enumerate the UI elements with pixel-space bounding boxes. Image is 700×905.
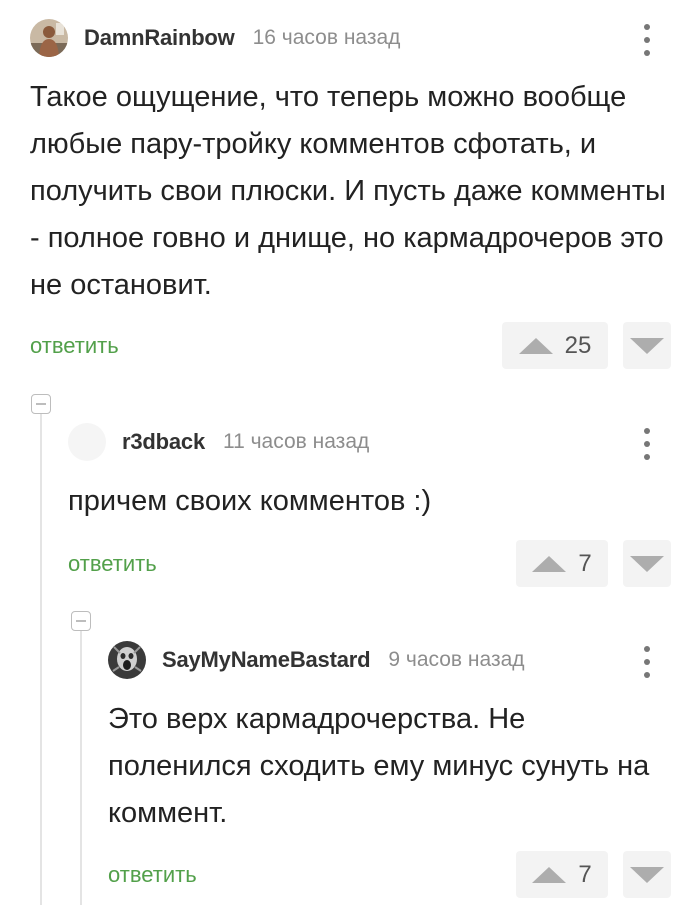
comment-text: Это верх кармадрочерства. Не поленился с… bbox=[108, 703, 650, 829]
vote-count: 7 bbox=[578, 549, 592, 577]
downvote-button[interactable] bbox=[623, 322, 671, 369]
more-options-icon[interactable] bbox=[642, 646, 652, 678]
comment-text: причем своих комментов :) bbox=[68, 485, 432, 517]
collapse-thread-button[interactable] bbox=[31, 394, 51, 414]
upvote-button[interactable]: 25 bbox=[502, 322, 608, 369]
upvote-button[interactable]: 7 bbox=[516, 851, 608, 898]
thread-line-level-1 bbox=[40, 412, 42, 905]
username[interactable]: SayMyNameBastard bbox=[162, 647, 371, 673]
avatar[interactable] bbox=[108, 641, 146, 679]
reply-link[interactable]: ответить bbox=[68, 551, 157, 577]
upvote-arrow-icon bbox=[532, 866, 567, 883]
avatar[interactable] bbox=[68, 423, 106, 461]
vote-count: 25 bbox=[564, 331, 592, 359]
reply-link[interactable]: ответить bbox=[30, 333, 119, 359]
reply-link[interactable]: ответить bbox=[108, 862, 197, 888]
downvote-button[interactable] bbox=[623, 851, 671, 898]
comment-header: r3dback 11 часов назад bbox=[68, 423, 369, 461]
downvote-arrow-icon bbox=[630, 337, 664, 354]
timestamp: 16 часов назад bbox=[252, 26, 401, 49]
more-options-icon[interactable] bbox=[642, 24, 652, 56]
vote-count: 7 bbox=[578, 860, 592, 888]
timestamp: 11 часов назад bbox=[222, 430, 370, 453]
upvote-button[interactable]: 7 bbox=[516, 540, 608, 587]
upvote-arrow-icon bbox=[532, 555, 567, 572]
thread-line-level-2 bbox=[80, 630, 82, 905]
timestamp: 9 часов назад bbox=[388, 648, 525, 671]
downvote-arrow-icon bbox=[630, 866, 664, 883]
username[interactable]: DamnRainbow bbox=[84, 25, 235, 51]
more-options-icon[interactable] bbox=[642, 428, 652, 460]
upvote-arrow-icon bbox=[518, 337, 553, 354]
collapse-thread-button[interactable] bbox=[71, 611, 91, 631]
comment-header: SayMyNameBastard 9 часов назад bbox=[108, 641, 525, 679]
comment-text: Такое ощущение, что теперь можно вообще … bbox=[30, 81, 666, 301]
downvote-button[interactable] bbox=[623, 540, 671, 587]
avatar[interactable] bbox=[30, 19, 68, 57]
downvote-arrow-icon bbox=[630, 555, 664, 572]
comment-header: DamnRainbow 16 часов назад bbox=[30, 19, 400, 57]
username[interactable]: r3dback bbox=[122, 429, 205, 455]
